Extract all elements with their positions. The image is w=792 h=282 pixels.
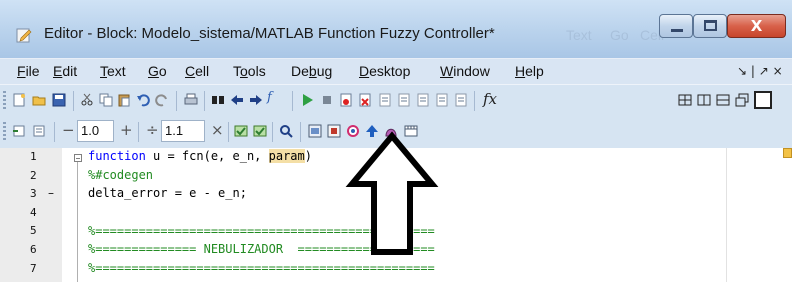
menu-bar: File Edit Text Go Cell Tools Debug Deskt…	[0, 58, 792, 85]
editor-window: Editor - Block: Modelo_sistema/MATLAB Fu…	[0, 0, 792, 282]
toolbar-separator	[176, 91, 177, 111]
line-number: 2	[30, 169, 37, 182]
function-browser-icon[interactable]: f	[267, 90, 272, 105]
new-file-icon[interactable]	[12, 93, 26, 107]
undo-icon[interactable]	[136, 93, 150, 107]
fx-button[interactable]: fx	[483, 90, 497, 108]
paste-icon[interactable]	[117, 93, 131, 107]
toolbar-grip[interactable]	[3, 122, 6, 142]
menu-go[interactable]: Go	[148, 63, 167, 79]
editor-toolbar: f fx	[0, 84, 792, 117]
editor-app-icon[interactable]	[16, 27, 32, 43]
line-number: 4	[30, 206, 37, 219]
line-number: 1	[30, 150, 37, 163]
warning-indicator[interactable]	[783, 148, 792, 158]
step-in-icon[interactable]	[397, 93, 411, 107]
model-explorer-icon[interactable]	[308, 124, 322, 138]
menu-text[interactable]: Text	[100, 63, 126, 79]
decrement-button[interactable]: −	[62, 121, 75, 139]
help-icon[interactable]	[279, 124, 293, 138]
eval-advance-icon[interactable]	[253, 124, 267, 138]
right-margin-line	[726, 148, 727, 282]
keyword-function: function	[88, 149, 146, 163]
code-line[interactable]: function u = fcn(e, e_n, param)	[88, 149, 312, 163]
edit-data-icon[interactable]	[327, 124, 341, 138]
close-button[interactable]: X	[727, 14, 786, 38]
menu-desktop[interactable]: Desktop	[359, 63, 410, 79]
toolbar-separator	[138, 122, 139, 142]
toolbar-separator	[204, 91, 205, 111]
set-breakpoint-icon[interactable]	[339, 93, 353, 107]
line-number: 7	[30, 262, 37, 275]
divide-button[interactable]: ÷	[146, 121, 159, 139]
menu-debug[interactable]: Debug	[291, 63, 332, 79]
title-bar[interactable]: Editor - Block: Modelo_sistema/MATLAB Fu…	[0, 0, 792, 58]
dock-controls[interactable]: ↘ | ↗ ×	[737, 64, 783, 78]
line-number: 6	[30, 243, 37, 256]
maximize-icon	[704, 20, 717, 31]
continue-icon[interactable]	[435, 93, 449, 107]
forward-icon[interactable]	[249, 93, 263, 107]
split-horizontal-icon[interactable]	[716, 93, 730, 107]
toolbar-grip[interactable]	[3, 91, 6, 111]
line-number: 5	[30, 224, 37, 237]
minimize-icon	[671, 29, 683, 32]
cell-mode-icon[interactable]	[32, 124, 46, 138]
step-icon[interactable]	[378, 93, 392, 107]
find-icon[interactable]	[211, 93, 225, 107]
toolbar-separator	[73, 91, 74, 111]
copy-icon[interactable]	[99, 93, 113, 107]
clear-breakpoints-icon[interactable]	[358, 93, 372, 107]
exit-debug-icon[interactable]	[454, 93, 468, 107]
multiply-button[interactable]: ×	[211, 121, 224, 139]
toolbar-separator	[300, 122, 301, 142]
cell-divide-value[interactable]: 1.1	[161, 120, 205, 142]
redo-icon[interactable]	[155, 93, 169, 107]
eval-cell-icon[interactable]	[234, 124, 248, 138]
stop-icon[interactable]	[320, 93, 334, 107]
annotation-arrow	[345, 131, 439, 255]
step-out-icon[interactable]	[416, 93, 430, 107]
menu-edit[interactable]: Edit	[53, 63, 77, 79]
cell-decrement-value[interactable]: 1.0	[77, 120, 114, 142]
highlighted-param: param	[268, 149, 305, 163]
menu-tools[interactable]: Tools	[233, 63, 266, 79]
print-icon[interactable]	[184, 93, 198, 107]
line-number: 3	[30, 187, 37, 200]
split-vertical-icon[interactable]	[697, 93, 711, 107]
float-icon[interactable]	[735, 93, 749, 107]
open-folder-icon[interactable]	[32, 93, 46, 107]
toolbar-separator	[54, 122, 55, 142]
code-line[interactable]: delta_error = e - e_n;	[88, 186, 247, 200]
toolbar-separator	[474, 91, 475, 111]
executable-line-marker[interactable]: –	[48, 186, 54, 200]
back-icon[interactable]	[230, 93, 244, 107]
close-icon: X	[750, 17, 763, 35]
fold-guide	[77, 162, 78, 282]
toolbar-separator	[228, 122, 229, 142]
maximize-button[interactable]	[693, 14, 727, 38]
fold-toggle-icon[interactable]	[74, 154, 82, 162]
toolbar-separator	[292, 91, 293, 111]
cut-icon[interactable]	[80, 93, 94, 107]
run-icon[interactable]	[301, 93, 315, 107]
code-line[interactable]: %#codegen	[88, 168, 153, 182]
menu-window[interactable]: Window	[440, 63, 490, 79]
maximize-editor-icon[interactable]	[754, 91, 772, 109]
tile-icon[interactable]	[678, 93, 692, 107]
window-title: Editor - Block: Modelo_sistema/MATLAB Fu…	[44, 25, 495, 42]
toolbar-separator	[272, 122, 273, 142]
menu-file[interactable]: File	[17, 63, 40, 79]
menu-cell[interactable]: Cell	[185, 63, 209, 79]
minimize-button[interactable]	[659, 14, 693, 38]
save-icon[interactable]	[52, 93, 66, 107]
menu-help[interactable]: Help	[515, 63, 544, 79]
increment-button[interactable]: +	[120, 121, 133, 139]
ghost-menu-text: Text	[566, 27, 592, 43]
ghost-menu-text: Go	[610, 27, 629, 43]
insert-cell-icon[interactable]	[12, 124, 26, 138]
